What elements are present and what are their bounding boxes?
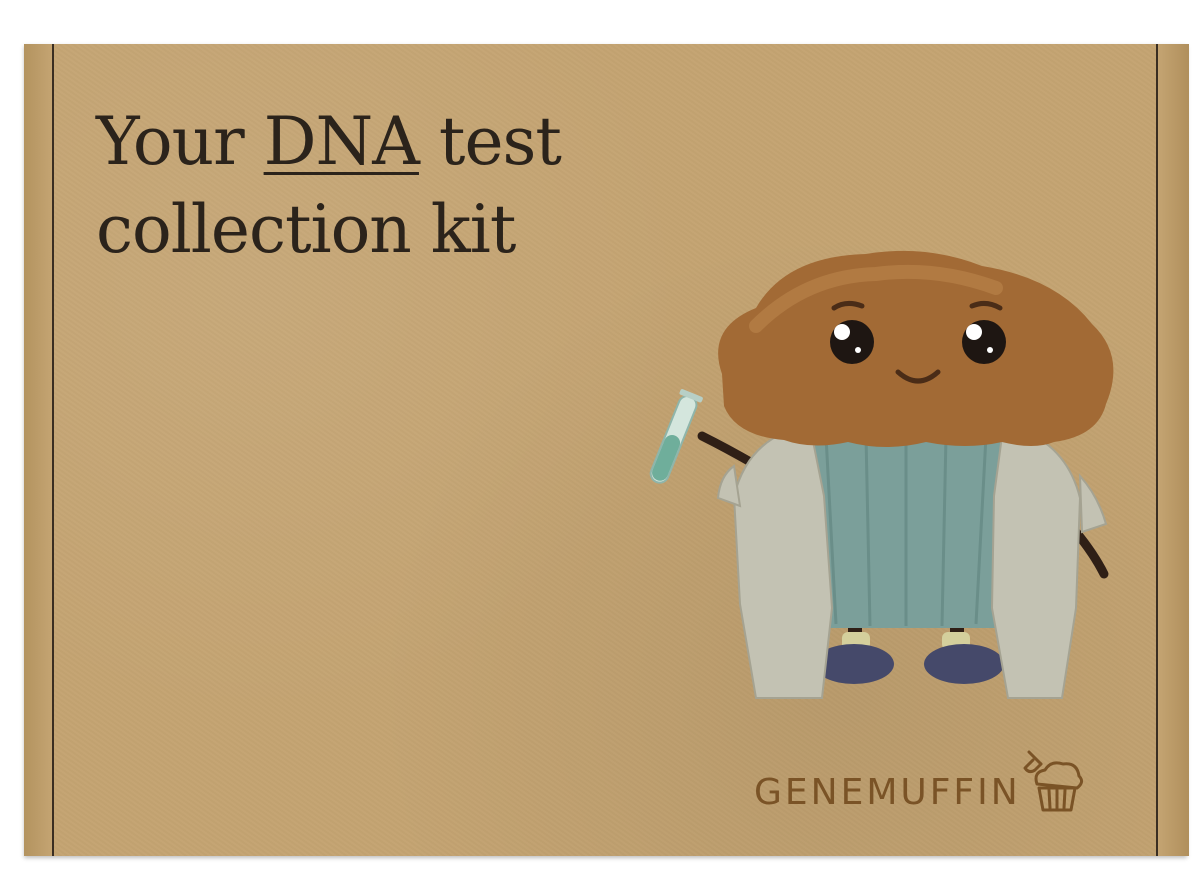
headline-dna-emphasis: DNA bbox=[263, 103, 420, 180]
product-photo: Your DNA test collection kit GENEMUFFIN bbox=[0, 0, 1200, 893]
box-right-flap bbox=[1156, 44, 1189, 856]
headline-word-your: Your bbox=[96, 103, 264, 180]
lab-coat-right bbox=[990, 430, 1082, 699]
muffin-with-test-tube-icon bbox=[1023, 750, 1083, 812]
brand-name: GENEMUFFIN bbox=[754, 772, 1021, 813]
mascot-left-arm bbox=[697, 431, 759, 469]
lab-coat-left bbox=[732, 430, 834, 699]
muffin-top bbox=[718, 250, 1114, 447]
box-left-flap bbox=[24, 44, 54, 856]
brand-logo: GENEMUFFIN bbox=[754, 750, 1087, 818]
headline-line-2: collection kit bbox=[96, 191, 516, 268]
headline-word-test: test bbox=[418, 103, 562, 180]
box-headline: Your DNA test collection kit bbox=[96, 98, 562, 274]
headline-line-1: Your DNA test bbox=[96, 98, 562, 186]
mascot-right-shoe bbox=[924, 644, 1004, 684]
mascot-right-arm bbox=[1071, 527, 1109, 579]
test-tube-icon bbox=[649, 389, 703, 484]
muffin-scientist-mascot bbox=[649, 250, 1114, 699]
